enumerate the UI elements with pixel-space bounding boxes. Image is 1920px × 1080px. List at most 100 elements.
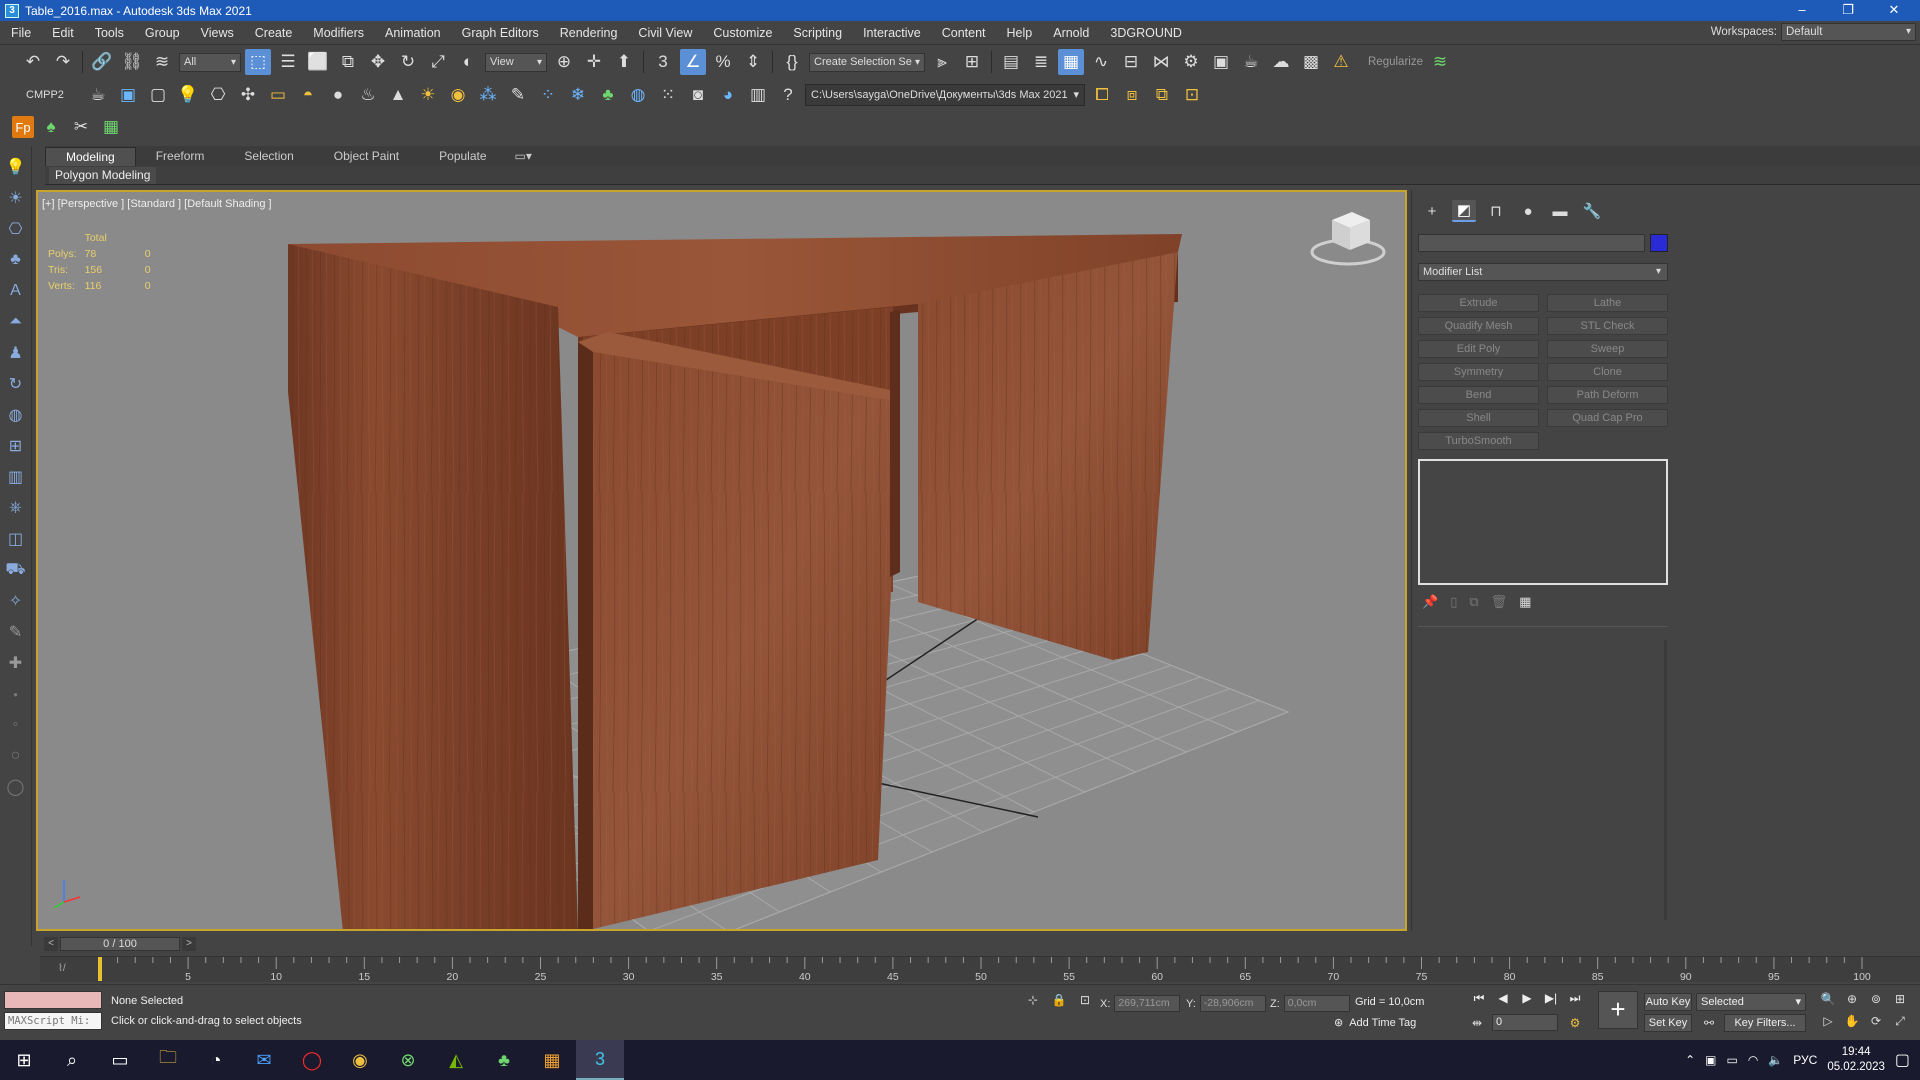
modifier-lathe-button[interactable]: Lathe	[1547, 294, 1668, 312]
windows-start-icon[interactable]: ⊞	[0, 1040, 48, 1080]
rendered-frame-window-icon[interactable]: ▣	[1208, 49, 1234, 75]
placement-icon[interactable]: ◐	[455, 49, 481, 75]
sphere-render-icon[interactable]: ◍	[625, 82, 651, 108]
percent-snap-icon[interactable]: %	[710, 49, 736, 75]
box-primitive-icon[interactable]: ▭	[265, 82, 291, 108]
color-dots-icon[interactable]: ⁙	[655, 82, 681, 108]
zoom-extents-icon[interactable]: ⊚	[1866, 989, 1886, 1009]
modifier-symmetry-button[interactable]: Symmetry	[1418, 363, 1539, 381]
render-setup-icon[interactable]: ⚙	[1178, 49, 1204, 75]
car-tool-icon[interactable]: ⛟	[4, 557, 28, 583]
sphere-primitive-icon[interactable]: ●	[325, 82, 351, 108]
menu-edit[interactable]: Edit	[41, 26, 84, 40]
brush-tool-icon[interactable]: ✎	[4, 619, 28, 645]
circle-icon[interactable]: ○	[4, 743, 28, 769]
text-tool-icon[interactable]: A	[4, 278, 28, 304]
menu-interactive[interactable]: Interactive	[852, 26, 931, 40]
schematic-view-icon[interactable]: ⊟	[1118, 49, 1144, 75]
task-view-icon[interactable]: ▭	[96, 1040, 144, 1080]
scatter-icon[interactable]: ⁘	[535, 82, 561, 108]
sky-icon[interactable]: ◉	[445, 82, 471, 108]
material-icon[interactable]: ◕	[715, 82, 741, 108]
menu-create[interactable]: Create	[244, 26, 303, 40]
pivot-center-icon[interactable]: ⊕	[551, 49, 577, 75]
time-slider-next-button[interactable]: >	[182, 937, 196, 951]
time-slider-prev-button[interactable]: <	[44, 937, 58, 951]
pin-tool-icon[interactable]: ✚	[4, 650, 28, 676]
named-selection-set-dropdown[interactable]: Create Selection Se	[809, 52, 925, 72]
camera-tool-icon[interactable]: ⎔	[4, 216, 28, 242]
modifier-quad-cap-pro-button[interactable]: Quad Cap Pro	[1547, 409, 1668, 427]
menu-customize[interactable]: Customize	[702, 26, 782, 40]
forest-pack-icon[interactable]: Fp	[12, 116, 34, 138]
chrome-icon[interactable]: ◉	[336, 1040, 384, 1080]
modifier-turbosmooth-button[interactable]: TurboSmooth	[1418, 432, 1539, 450]
keyboard-shortcut-override-icon[interactable]: ⬆	[611, 49, 637, 75]
sun-tool-icon[interactable]: ☀	[4, 185, 28, 211]
y-coordinate-field[interactable]: -28,906cm	[1199, 995, 1266, 1012]
bind-space-warp-icon[interactable]: ≋	[149, 49, 175, 75]
hierarchy-tab-icon[interactable]: ⊓	[1484, 200, 1508, 222]
minimize-button[interactable]: –	[1780, 0, 1824, 21]
project-create-icon[interactable]: ⧉	[1149, 82, 1175, 108]
frame-tool-icon[interactable]: ◫	[4, 526, 28, 552]
plugin-layers-icon[interactable]: ≋	[1427, 49, 1453, 75]
previous-frame-icon[interactable]: ◀	[1494, 989, 1512, 1007]
show-end-result-icon[interactable]: ▯	[1450, 594, 1457, 610]
battery-icon[interactable]: ▭	[1727, 1053, 1738, 1067]
rotate-tool-icon[interactable]: ↻	[4, 371, 28, 397]
viewport-render-icon[interactable]: ▣	[115, 82, 141, 108]
restore-button[interactable]: ❐	[1826, 0, 1870, 21]
light-bulb-icon[interactable]: 💡	[4, 154, 28, 180]
select-object-icon[interactable]: ⬚	[245, 49, 271, 75]
menu-animation[interactable]: Animation	[374, 26, 451, 40]
grid-tool-icon[interactable]: ⊞	[4, 433, 28, 459]
viewcube[interactable]	[1310, 212, 1386, 266]
align-icon[interactable]: ⊞	[959, 49, 985, 75]
time-slider-thumb[interactable]: 0 / 100	[60, 937, 180, 951]
auto-key-button[interactable]: Auto Key	[1644, 993, 1692, 1011]
project-folder-icon[interactable]: ⧠	[1089, 82, 1115, 108]
clock[interactable]: 19:44 05.02.2023	[1827, 1045, 1885, 1075]
tab-selection[interactable]: Selection	[224, 147, 313, 166]
light-icon[interactable]: 💡	[175, 82, 201, 108]
modifier-stl-check-button[interactable]: STL Check	[1547, 317, 1668, 335]
redo-icon[interactable]: ↷	[50, 49, 76, 75]
project-path-dropdown[interactable]: C:\Users\sayga\OneDrive\Документы\3ds Ma…	[805, 84, 1085, 106]
menu-group[interactable]: Group	[134, 26, 190, 40]
teapot-icon[interactable]: ☕	[85, 82, 111, 108]
nvidia-icon[interactable]: ◭	[432, 1040, 480, 1080]
render-production-icon[interactable]: ☕	[1238, 49, 1264, 75]
make-unique-icon[interactable]: ⧉	[1469, 594, 1478, 610]
maximize-viewport-icon[interactable]: ⤢	[1890, 1011, 1910, 1031]
3dsmax-taskbar-icon[interactable]: 3	[576, 1040, 624, 1080]
add-time-tag[interactable]: ⊛ Add Time Tag	[1334, 1016, 1416, 1030]
orbit-icon[interactable]: ⟳	[1866, 1011, 1886, 1031]
next-frame-icon[interactable]: ▶|	[1542, 989, 1560, 1007]
file-explorer-icon[interactable]: 🗀	[144, 1040, 192, 1080]
window-crossing-icon[interactable]: ⧉	[335, 49, 361, 75]
workspace-dropdown[interactable]: Default	[1781, 23, 1916, 41]
menu-file[interactable]: File	[0, 26, 41, 40]
dot-icon[interactable]: ●	[4, 681, 28, 707]
zoom-extents-all-icon[interactable]: ⊞	[1890, 989, 1910, 1009]
modifier-clone-button[interactable]: Clone	[1547, 363, 1668, 381]
rotate-icon[interactable]: ↻	[395, 49, 421, 75]
help-icon[interactable]: ?	[775, 82, 801, 108]
spinner-snap-icon[interactable]: ⇕	[740, 49, 766, 75]
modifier-quadify-mesh-button[interactable]: Quadify Mesh	[1418, 317, 1539, 335]
go-to-end-icon[interactable]: ⏭	[1566, 989, 1584, 1007]
display-tab-icon[interactable]: ▬	[1548, 200, 1572, 222]
cmpp-label[interactable]: CMPP2	[26, 89, 81, 101]
set-key-button[interactable]: Set Key	[1644, 1014, 1692, 1032]
hemisphere-primitive-icon[interactable]: ◓	[295, 82, 321, 108]
user-tool-icon[interactable]: ♟	[4, 340, 28, 366]
absolute-mode-icon[interactable]: ⊡	[1076, 991, 1094, 1009]
select-by-name-icon[interactable]: ☰	[275, 49, 301, 75]
tab-modeling[interactable]: Modeling	[45, 147, 136, 166]
search-icon[interactable]: ⌕	[48, 1040, 96, 1080]
viewport-label[interactable]: [+] [Perspective ] [Standard ] [Default …	[42, 198, 272, 210]
curve-editor-icon[interactable]: ∿	[1088, 49, 1114, 75]
shape-tool-icon[interactable]: ⏶	[4, 309, 28, 335]
modify-tab-icon[interactable]: ◩	[1452, 200, 1476, 222]
